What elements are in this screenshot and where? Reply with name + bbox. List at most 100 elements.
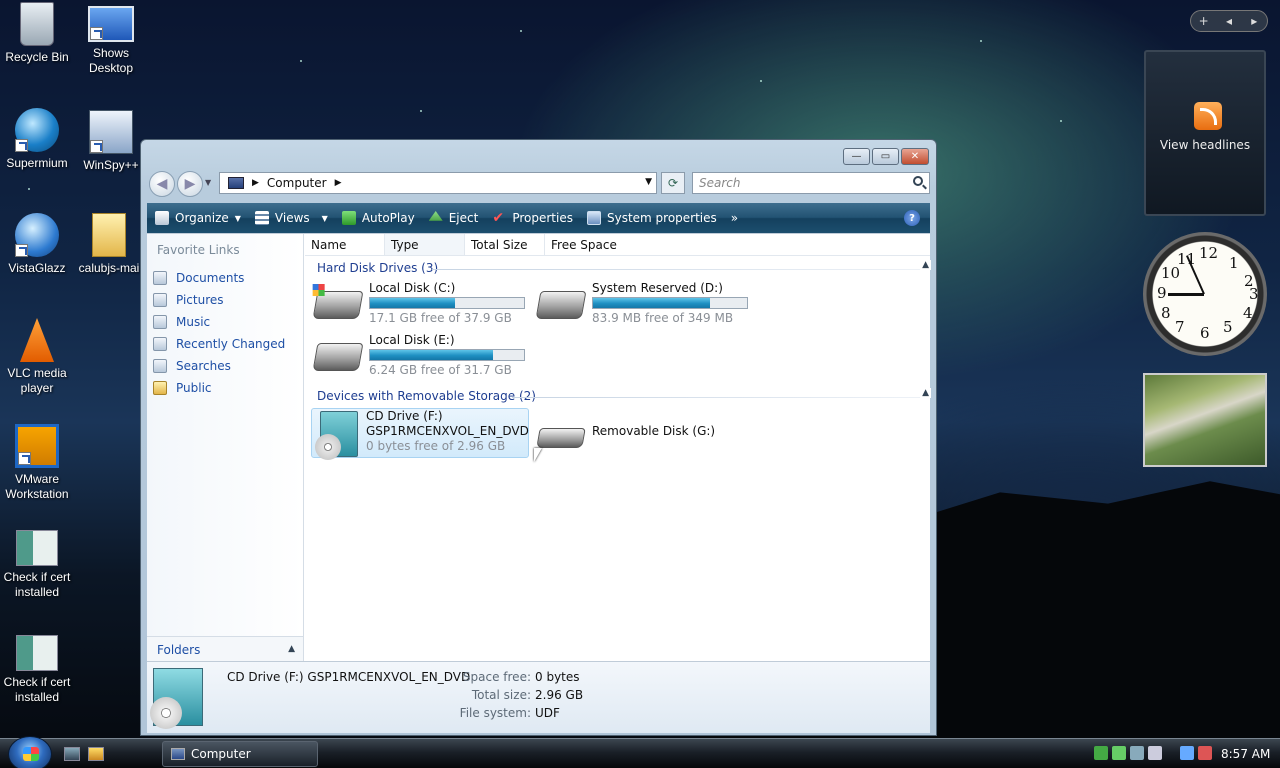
organize-icon <box>155 211 169 225</box>
desktop-icon-check-cert-1[interactable]: Check if cert installed <box>0 530 74 600</box>
rss-icon <box>1194 102 1222 130</box>
column-type[interactable]: Type <box>385 234 465 255</box>
recycle-bin-icon <box>20 2 54 46</box>
volume-muted-tray-icon[interactable] <box>1198 746 1212 760</box>
clock-time[interactable]: 8:57 AM <box>1221 747 1270 761</box>
address-bar[interactable]: ▶ Computer ▶ ▼ <box>219 172 657 194</box>
add-gadget-button[interactable]: + <box>1191 14 1216 28</box>
pictures-icon <box>153 293 167 307</box>
hour-hand <box>1168 293 1204 296</box>
desktop-icon-vistaglazz[interactable]: VistaGlazz <box>0 213 74 276</box>
desktop-icon-shows-desktop[interactable]: Shows Desktop <box>74 6 148 76</box>
desktop-icon-vlc[interactable]: VLC media player <box>0 318 74 396</box>
organize-button[interactable]: Organize ▼ <box>155 211 241 225</box>
chevron-down-icon: ▼ <box>234 213 241 223</box>
taskbar: Computer 8:57 AM <box>0 736 1280 768</box>
usage-bar <box>592 297 748 309</box>
next-gadget-button[interactable]: ▸ <box>1242 14 1267 28</box>
drive-system-reserved-d[interactable]: System Reserved (D:) 83.9 MB free of 349… <box>532 281 750 331</box>
remote-tray-icon[interactable] <box>1180 746 1194 760</box>
desktop-icon-supermium[interactable]: Supermium <box>0 108 74 171</box>
drive-cd-f[interactable]: CD Drive (F:) GSP1RMCENXVOL_EN_DVD 0 byt… <box>311 408 529 460</box>
column-name[interactable]: Name <box>305 234 385 255</box>
system-tray <box>1094 746 1212 760</box>
system-properties-button[interactable]: System properties <box>586 211 717 225</box>
drive-local-disk-c[interactable]: Local Disk (C:) 17.1 GB free of 37.9 GB <box>309 281 527 331</box>
group-header-hard-disk-drives[interactable]: Hard Disk Drives (3) ▲ <box>317 260 931 275</box>
vmware-icon <box>15 424 59 468</box>
view-headlines-link[interactable]: View headlines <box>1146 138 1264 152</box>
search-input[interactable]: Search <box>692 172 930 194</box>
network-tray-icon[interactable] <box>1094 746 1108 760</box>
column-total-size[interactable]: Total Size <box>465 234 545 255</box>
usage-bar <box>369 297 525 309</box>
content-area: Favorite Links Documents Pictures Music … <box>147 233 931 662</box>
favorite-link-searches[interactable]: Searches <box>153 355 285 377</box>
folder-icon <box>92 213 126 257</box>
taskbar-button-computer[interactable]: Computer <box>162 741 318 767</box>
desktop-icon-check-cert-2[interactable]: Check if cert installed <box>0 635 74 705</box>
favorite-link-pictures[interactable]: Pictures <box>153 289 285 311</box>
vistaglazz-icon <box>15 213 59 257</box>
explorer-window: — ▭ ✕ ◀ ▶ ▼ ▶ Computer ▶ ▼ ⟳ Search Orga… <box>140 139 937 736</box>
favorite-link-documents[interactable]: Documents <box>153 267 285 289</box>
breadcrumb-separator-icon[interactable]: ▶ <box>252 178 259 188</box>
vmware-tray-icon[interactable] <box>1130 746 1144 760</box>
space-free-value: 0 bytes <box>535 670 580 684</box>
cd-drive-icon <box>315 411 358 460</box>
prev-gadget-button[interactable]: ◂ <box>1216 14 1241 28</box>
gadget-tray-icon[interactable] <box>1112 746 1126 760</box>
eject-icon <box>428 211 443 221</box>
music-icon <box>153 315 167 329</box>
switch-windows-quicklaunch-icon[interactable] <box>88 747 104 761</box>
eject-button[interactable]: Eject <box>428 211 478 225</box>
show-desktop-quicklaunch-icon[interactable] <box>64 747 80 761</box>
usage-bar <box>369 349 525 361</box>
hard-drive-icon <box>312 343 364 371</box>
chevron-down-icon: ▼ <box>321 213 328 223</box>
printer-tray-icon[interactable] <box>1148 746 1162 760</box>
drive-local-disk-e[interactable]: Local Disk (E:) 6.24 GB free of 31.7 GB <box>309 333 527 383</box>
maximize-button[interactable]: ▭ <box>872 148 899 165</box>
views-icon <box>254 211 269 225</box>
desktop-icon-winspy[interactable]: WinSpy++ <box>74 110 148 173</box>
start-button[interactable] <box>8 736 52 768</box>
searches-icon <box>153 359 167 373</box>
more-commands-button[interactable]: » <box>731 211 738 225</box>
group-header-removable-storage[interactable]: Devices with Removable Storage (2) ▲ <box>317 388 931 403</box>
close-button[interactable]: ✕ <box>901 148 929 165</box>
chevron-up-icon[interactable]: ▲ <box>920 260 931 270</box>
views-button[interactable]: Views ▼ <box>254 211 328 225</box>
recent-pages-arrow-icon[interactable]: ▼ <box>205 178 211 187</box>
chevron-up-icon[interactable]: ▲ <box>920 388 931 398</box>
forward-button[interactable]: ▶ <box>177 171 203 197</box>
breadcrumb-computer[interactable]: Computer <box>267 176 327 190</box>
autoplay-button[interactable]: AutoPlay <box>341 211 415 225</box>
desktop-icon-recycle-bin[interactable]: Recycle Bin <box>0 2 74 65</box>
desktop-icon-vmware[interactable]: VMware Workstation <box>0 424 74 502</box>
search-icon[interactable] <box>913 176 923 186</box>
help-icon[interactable]: ? <box>904 210 920 226</box>
column-free-space[interactable]: Free Space <box>545 234 625 255</box>
address-dropdown-icon[interactable]: ▼ <box>645 177 652 187</box>
properties-button[interactable]: ✔ Properties <box>492 211 573 225</box>
minimize-button[interactable]: — <box>843 148 870 165</box>
file-system-value: UDF <box>535 706 560 720</box>
favorite-link-music[interactable]: Music <box>153 311 285 333</box>
favorite-link-recently-changed[interactable]: Recently Changed <box>153 333 285 355</box>
slideshow-gadget[interactable] <box>1143 373 1267 467</box>
breadcrumb-chevron-icon[interactable]: ▶ <box>335 178 342 188</box>
folders-toggle[interactable]: Folders ▲ <box>147 636 303 662</box>
feed-headlines-gadget[interactable]: View headlines <box>1144 50 1266 216</box>
vlc-cone-icon <box>20 318 54 362</box>
autoplay-icon <box>341 211 356 225</box>
document-icon <box>16 635 58 671</box>
refresh-button[interactable]: ⟳ <box>661 172 685 194</box>
drive-removable-g[interactable]: Removable Disk (G:) <box>532 408 750 458</box>
clock-gadget[interactable]: 12 1 2 3 4 5 6 7 8 9 10 11 <box>1143 232 1267 356</box>
caption-buttons: — ▭ ✕ <box>843 148 929 165</box>
desktop-icon-calubjs[interactable]: calubjs-mai <box>72 213 146 276</box>
favorite-link-public[interactable]: Public <box>153 377 285 399</box>
details-title: CD Drive (F:) GSP1RMCENXVOL_EN_DVD <box>227 670 471 684</box>
back-button[interactable]: ◀ <box>149 171 175 197</box>
